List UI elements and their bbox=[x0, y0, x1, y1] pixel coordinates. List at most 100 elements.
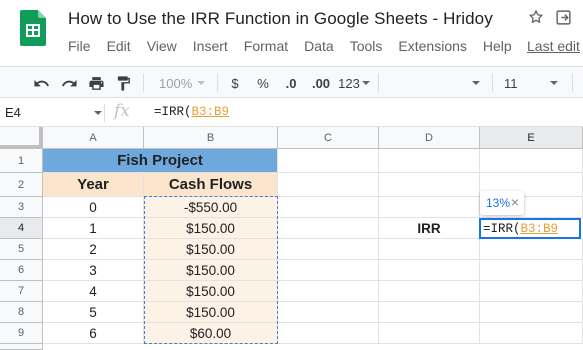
column-header-c[interactable]: C bbox=[278, 127, 379, 149]
row-header-3[interactable]: 3 bbox=[0, 197, 43, 218]
chevron-down-icon bbox=[472, 81, 480, 85]
cell-d6[interactable] bbox=[379, 260, 480, 281]
cell-e6[interactable] bbox=[480, 260, 583, 281]
formula-range-ref: B3:B9 bbox=[191, 105, 230, 119]
font-family-dropdown[interactable] bbox=[470, 74, 482, 92]
sheets-logo-icon[interactable] bbox=[20, 10, 46, 46]
name-box[interactable]: E4 bbox=[5, 105, 21, 120]
cell-b5[interactable]: $150.00 bbox=[144, 239, 278, 260]
currency-format-button[interactable]: $ bbox=[229, 74, 241, 92]
column-header-d[interactable]: D bbox=[379, 127, 480, 149]
redo-button[interactable] bbox=[60, 74, 78, 92]
font-size-dropdown[interactable] bbox=[548, 74, 560, 92]
toolbar-divider bbox=[492, 74, 493, 92]
paint-format-icon bbox=[117, 75, 130, 91]
cell-c2[interactable] bbox=[278, 173, 379, 197]
cell-d1[interactable] bbox=[379, 149, 480, 173]
row-header-9[interactable]: 9 bbox=[0, 323, 43, 344]
row-header-6[interactable]: 6 bbox=[0, 260, 43, 281]
menu-extensions[interactable]: Extensions bbox=[398, 38, 466, 54]
cell-b3[interactable]: -$550.00 bbox=[144, 197, 278, 218]
cell-d2[interactable] bbox=[379, 173, 480, 197]
move-to-folder-icon[interactable] bbox=[555, 9, 572, 26]
cell-e8[interactable] bbox=[480, 302, 583, 323]
row-header-2[interactable]: 2 bbox=[0, 173, 43, 197]
cell-a3[interactable]: 0 bbox=[43, 197, 144, 218]
menu-file[interactable]: File bbox=[68, 38, 91, 54]
cell-a2[interactable]: Year bbox=[43, 173, 144, 197]
cell-d8[interactable] bbox=[379, 302, 480, 323]
cell-b2[interactable]: Cash Flows bbox=[144, 173, 278, 197]
document-title[interactable]: How to Use the IRR Function in Google Sh… bbox=[68, 9, 493, 29]
undo-button[interactable] bbox=[32, 74, 50, 92]
close-icon[interactable]: × bbox=[511, 195, 519, 209]
zoom-value: 100% bbox=[159, 75, 193, 91]
cell-e9[interactable] bbox=[480, 323, 583, 344]
cell-d4-irr-label[interactable]: IRR bbox=[379, 218, 480, 239]
cell-c1[interactable] bbox=[278, 149, 379, 173]
decrease-decimal-label: .0 bbox=[285, 75, 297, 91]
cell-c3[interactable] bbox=[278, 197, 379, 218]
cell-d7[interactable] bbox=[379, 281, 480, 302]
last-edit-link[interactable]: Last edit bbox=[527, 38, 580, 54]
cell-b9[interactable]: $60.00 bbox=[144, 323, 278, 344]
row-header-4[interactable]: 4 bbox=[0, 218, 43, 239]
cell-c6[interactable] bbox=[278, 260, 379, 281]
formula-input[interactable]: =IRR(B3:B9 bbox=[154, 105, 229, 119]
cell-c9[interactable] bbox=[278, 323, 379, 344]
paint-format-button[interactable] bbox=[114, 74, 132, 92]
column-header-a[interactable]: A bbox=[43, 127, 144, 149]
menu-data[interactable]: Data bbox=[304, 38, 334, 54]
cell-e1[interactable] bbox=[480, 149, 583, 173]
percent-format-button[interactable]: % bbox=[256, 74, 270, 92]
decrease-decimal-button[interactable]: .0 bbox=[281, 74, 301, 92]
increase-decimal-button[interactable]: .00 bbox=[310, 74, 332, 92]
cell-c8[interactable] bbox=[278, 302, 379, 323]
cell-c4[interactable] bbox=[278, 218, 379, 239]
chevron-down-icon[interactable] bbox=[94, 111, 102, 115]
cell-b8[interactable]: $150.00 bbox=[144, 302, 278, 323]
cell-d3[interactable] bbox=[379, 197, 480, 218]
menu-view[interactable]: View bbox=[147, 38, 177, 54]
cell-a8[interactable]: 5 bbox=[43, 302, 144, 323]
cell-e5[interactable] bbox=[480, 239, 583, 260]
column-header-e[interactable]: E bbox=[480, 127, 583, 149]
cell-a6[interactable]: 3 bbox=[43, 260, 144, 281]
font-size-select[interactable]: 11 bbox=[504, 74, 544, 92]
menu-help[interactable]: Help bbox=[483, 38, 512, 54]
cell-a4[interactable]: 1 bbox=[43, 218, 144, 239]
column-header-b[interactable]: B bbox=[144, 127, 278, 149]
more-formats-label: 123 bbox=[338, 75, 360, 91]
cell-a1-merged-title[interactable]: Fish Project bbox=[43, 149, 278, 173]
cell-a5[interactable]: 2 bbox=[43, 239, 144, 260]
cell-b7[interactable]: $150.00 bbox=[144, 281, 278, 302]
print-button[interactable] bbox=[87, 74, 105, 92]
cell-c5[interactable] bbox=[278, 239, 379, 260]
cell-d9[interactable] bbox=[379, 323, 480, 344]
active-cell-editor-e4[interactable]: =IRR(B3:B9 bbox=[479, 218, 581, 239]
menu-insert[interactable]: Insert bbox=[193, 38, 228, 54]
row-header-10[interactable] bbox=[0, 344, 43, 350]
row-header-8[interactable]: 8 bbox=[0, 302, 43, 323]
select-all-corner[interactable] bbox=[0, 127, 43, 149]
font-size-value: 11 bbox=[504, 75, 518, 91]
cell-b6[interactable]: $150.00 bbox=[144, 260, 278, 281]
more-formats-button[interactable]: 123 bbox=[338, 74, 370, 92]
row-header-5[interactable]: 5 bbox=[0, 239, 43, 260]
row-header-1[interactable]: 1 bbox=[0, 149, 43, 173]
cell-e7[interactable] bbox=[480, 281, 583, 302]
star-icon[interactable] bbox=[528, 9, 544, 25]
chevron-down-icon bbox=[550, 81, 558, 85]
cell-a9[interactable]: 6 bbox=[43, 323, 144, 344]
menu-tools[interactable]: Tools bbox=[350, 38, 383, 54]
cell-b4[interactable]: $150.00 bbox=[144, 218, 278, 239]
cell-c7[interactable] bbox=[278, 281, 379, 302]
menu-format[interactable]: Format bbox=[244, 38, 288, 54]
menu-edit[interactable]: Edit bbox=[107, 38, 131, 54]
cell-d5[interactable] bbox=[379, 239, 480, 260]
formula-bar-divider bbox=[104, 104, 105, 122]
formula-result-value: 13% bbox=[486, 196, 511, 210]
zoom-select[interactable]: 100% bbox=[159, 74, 206, 92]
row-header-7[interactable]: 7 bbox=[0, 281, 43, 302]
cell-a7[interactable]: 4 bbox=[43, 281, 144, 302]
